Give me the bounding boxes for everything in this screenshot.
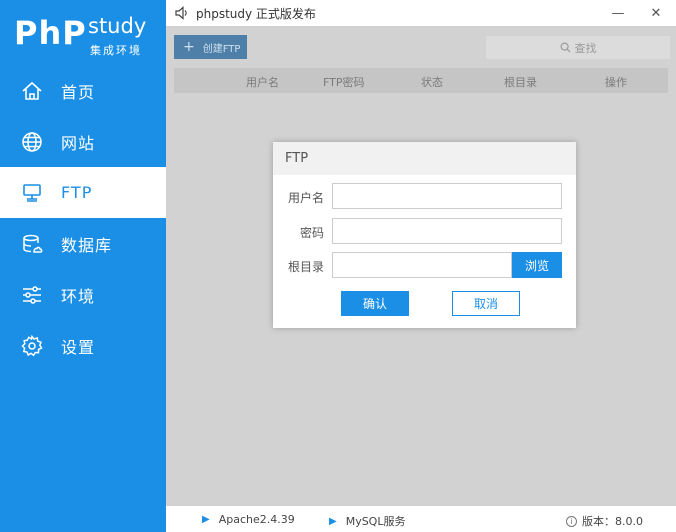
cancel-button[interactable]: 取消 xyxy=(452,291,520,316)
table-header: 用户名 FTP密码 状态 根目录 操作 xyxy=(174,68,668,93)
root-dir-row: 根目录 浏览 xyxy=(273,252,576,278)
username-label: 用户名 xyxy=(287,191,324,205)
title-bar: phpstudy 正式版发布 — ✕ xyxy=(166,0,676,26)
ftp-dialog: FTP 用户名 密码 根目录 浏览 确认 取消 xyxy=(273,142,576,328)
column-header-username: 用户名 xyxy=(246,76,279,89)
service-name: MySQL服务 xyxy=(345,515,406,528)
password-input[interactable] xyxy=(332,218,562,244)
sidebar-item-home[interactable]: 首页 xyxy=(0,65,166,116)
sidebar-item-label: 环境 xyxy=(61,286,96,306)
sidebar-item-label: 网站 xyxy=(61,133,96,153)
search-icon xyxy=(560,42,571,53)
sidebar: PhP study 集成环境 首页 网站 FTP 数据库 环境 设置 xyxy=(0,0,166,532)
column-header-actions: 操作 xyxy=(605,76,627,89)
gear-icon xyxy=(20,334,44,358)
logo-tagline: 集成环境 xyxy=(90,44,142,57)
sidebar-nav: 首页 网站 FTP 数据库 环境 设置 xyxy=(0,65,166,371)
sidebar-item-environment[interactable]: 环境 xyxy=(0,269,166,320)
minimize-button[interactable]: — xyxy=(608,3,628,23)
sidebar-item-database[interactable]: 数据库 xyxy=(0,218,166,269)
username-input[interactable] xyxy=(332,183,562,209)
monitor-icon xyxy=(20,181,44,205)
version-text: 版本：8.0.0 xyxy=(582,515,643,528)
speaker-icon xyxy=(174,5,190,21)
logo-product: study xyxy=(88,14,147,38)
sidebar-item-website[interactable]: 网站 xyxy=(0,116,166,167)
search-input[interactable]: 查找 xyxy=(486,36,670,59)
create-ftp-label: 创建FTP xyxy=(202,43,241,55)
sidebar-item-ftp[interactable]: FTP xyxy=(0,167,166,218)
sidebar-item-label: 设置 xyxy=(61,337,96,357)
home-icon xyxy=(20,79,44,103)
status-bar: ▶ Apache2.4.39 ▶ MySQL服务 i 版本：8.0.0 xyxy=(166,506,676,532)
database-icon xyxy=(20,232,44,256)
info-icon: i xyxy=(566,515,577,527)
close-button[interactable]: ✕ xyxy=(646,3,666,23)
sliders-icon xyxy=(20,283,44,307)
create-ftp-button[interactable]: + 创建FTP xyxy=(174,35,247,59)
play-icon: ▶ xyxy=(202,514,210,525)
play-icon: ▶ xyxy=(329,515,337,527)
search-placeholder: 查找 xyxy=(574,41,597,55)
sidebar-item-label: 首页 xyxy=(61,82,96,102)
service-name: Apache2.4.39 xyxy=(218,513,295,526)
window-title: phpstudy 正式版发布 xyxy=(196,7,316,21)
username-row: 用户名 xyxy=(273,183,576,209)
logo-brand: PhP xyxy=(14,14,87,52)
sidebar-item-label: 数据库 xyxy=(61,235,113,255)
browse-button[interactable]: 浏览 xyxy=(512,252,562,278)
sidebar-item-label: FTP xyxy=(61,183,93,202)
confirm-button[interactable]: 确认 xyxy=(341,291,409,316)
column-header-ftp-password: FTP密码 xyxy=(323,76,365,89)
version-info: i 版本：8.0.0 xyxy=(566,513,643,529)
mysql-service[interactable]: ▶ MySQL服务 xyxy=(329,513,405,529)
logo: PhP study 集成环境 xyxy=(14,12,164,57)
plus-icon: + xyxy=(183,39,195,55)
sidebar-item-settings[interactable]: 设置 xyxy=(0,320,166,371)
root-dir-input[interactable] xyxy=(332,252,512,278)
apache-service[interactable]: ▶ Apache2.4.39 xyxy=(202,513,295,526)
globe-icon xyxy=(20,130,44,154)
column-header-status: 状态 xyxy=(421,76,443,89)
password-row: 密码 xyxy=(273,218,576,244)
dialog-title: FTP xyxy=(273,142,576,175)
root-dir-label: 根目录 xyxy=(287,260,324,274)
password-label: 密码 xyxy=(299,226,324,240)
column-header-root-dir: 根目录 xyxy=(504,76,537,89)
